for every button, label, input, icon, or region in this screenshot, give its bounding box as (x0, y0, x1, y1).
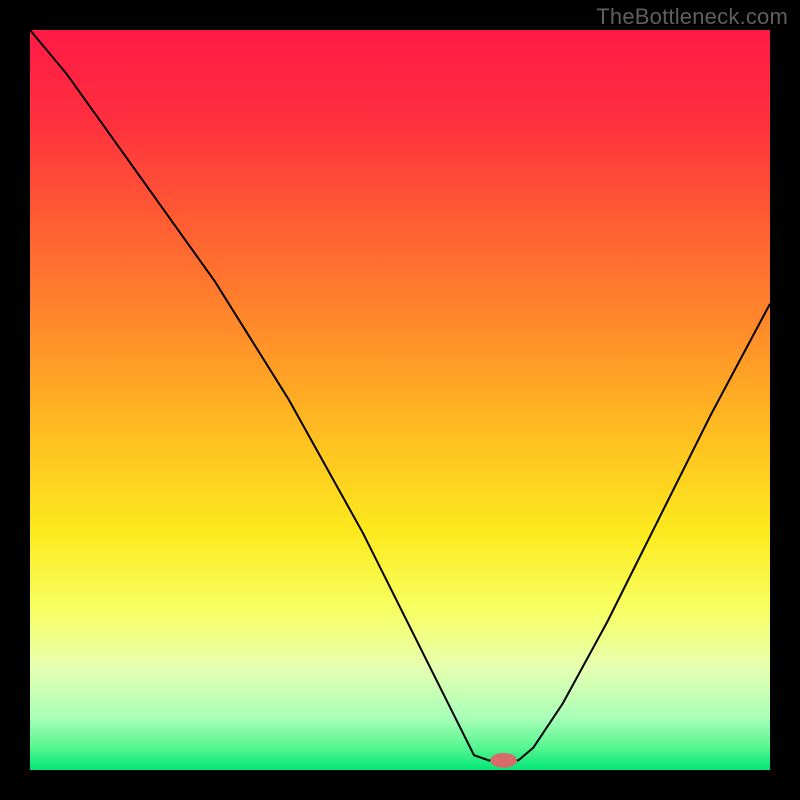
chart-frame: TheBottleneck.com (0, 0, 800, 800)
optimal-marker (490, 753, 517, 768)
gradient-background (30, 30, 770, 770)
bottleneck-chart (30, 30, 770, 770)
plot-area (30, 30, 770, 770)
watermark-label: TheBottleneck.com (596, 4, 788, 30)
